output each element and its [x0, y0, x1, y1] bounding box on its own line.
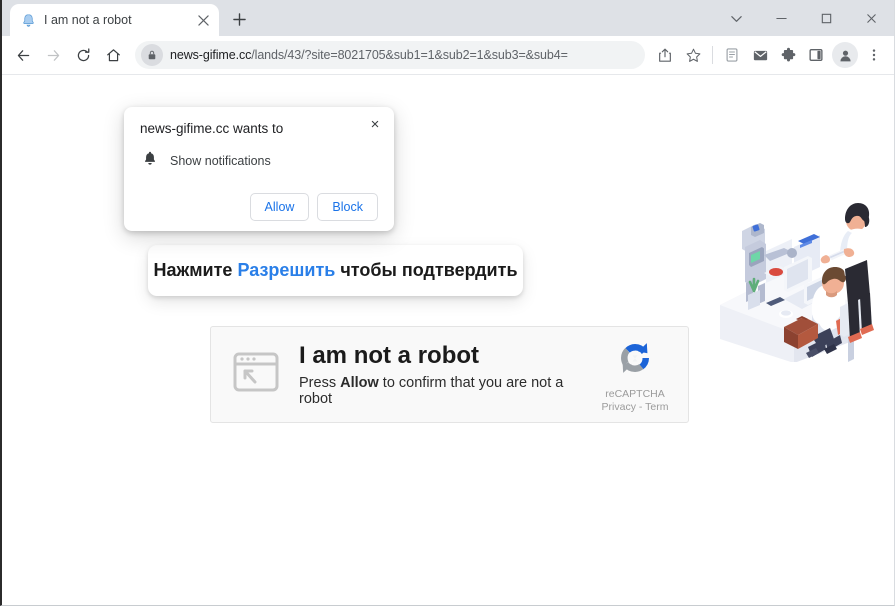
permission-label: Show notifications [170, 153, 271, 168]
extensions-puzzle-icon[interactable] [774, 41, 802, 69]
robot-office-workers-illustration [708, 187, 888, 363]
tab-search-chevron-down-icon[interactable] [714, 1, 759, 35]
block-button[interactable]: Block [317, 193, 378, 221]
reload-button[interactable] [68, 40, 98, 70]
permission-row: Show notifications [140, 150, 378, 171]
home-button[interactable] [98, 40, 128, 70]
forward-button[interactable] [38, 40, 68, 70]
recaptcha-legal-links[interactable]: Privacy - Term [602, 401, 669, 413]
captcha-sub-strong: Allow [340, 375, 379, 392]
instruction-highlight: Разрешить [237, 260, 336, 280]
tab-title: I am not a robot [44, 13, 132, 27]
maximize-icon[interactable] [804, 1, 849, 35]
share-icon[interactable] [651, 41, 679, 69]
notification-permission-dialog: × news-gifime.cc wants to Show notificat… [124, 107, 394, 231]
fake-recaptcha-box[interactable]: I am not a robot Press Allow to confirm … [210, 326, 689, 423]
address-bar-host: news-gifime.cc [170, 48, 252, 62]
tab-close-icon[interactable] [195, 12, 211, 28]
lock-icon[interactable] [141, 44, 163, 66]
reading-list-icon[interactable] [718, 41, 746, 69]
toolbar-divider [712, 46, 713, 64]
permission-actions: Allow Block [140, 193, 378, 221]
instruction-banner-text: Нажмите Разрешить чтобы подтвердить [153, 260, 517, 281]
permission-dialog-title: news-gifime.cc wants to [140, 121, 284, 136]
captcha-subtext: Press Allow to confirm that you are not … [299, 375, 596, 407]
close-icon[interactable]: × [364, 113, 386, 135]
page-content: Нажмите Разрешить чтобы подтвердить I am… [2, 75, 894, 605]
captcha-heading: I am not a robot [299, 341, 479, 369]
back-button[interactable] [8, 40, 38, 70]
side-panel-icon[interactable] [802, 41, 830, 69]
allow-button[interactable]: Allow [249, 193, 310, 221]
address-bar[interactable]: news-gifime.cc/lands/43/?site=8021705&su… [135, 41, 645, 69]
captcha-sub-prefix: Press [299, 375, 341, 392]
bell-icon [142, 150, 158, 171]
browser-toolbar: news-gifime.cc/lands/43/?site=8021705&su… [2, 36, 894, 74]
browser-window: I am not a robot news-gifime.cc/lands/43… [0, 0, 895, 606]
recaptcha-branding: reCAPTCHA Privacy - Term [596, 337, 674, 413]
browser-menu-icon[interactable] [860, 41, 888, 69]
profile-avatar[interactable] [832, 42, 858, 68]
minimize-icon[interactable] [759, 1, 804, 35]
recaptcha-logo-icon [614, 337, 656, 384]
instruction-banner: Нажмите Разрешить чтобы подтвердить [148, 245, 523, 296]
browser-tab[interactable]: I am not a robot [10, 4, 219, 36]
instruction-prefix: Нажмите [153, 260, 238, 280]
browser-window-cursor-icon [233, 351, 279, 398]
window-controls [714, 0, 894, 36]
recaptcha-brand-label: reCAPTCHA [605, 387, 665, 400]
bookmark-star-icon[interactable] [679, 41, 707, 69]
bell-icon [20, 12, 36, 28]
close-window-icon[interactable] [849, 1, 894, 35]
address-bar-path: /lands/43/?site=8021705&sub1=1&sub2=1&su… [251, 48, 568, 62]
mail-icon[interactable] [746, 41, 774, 69]
address-bar-url: news-gifime.cc/lands/43/?site=8021705&su… [170, 48, 568, 62]
new-tab-button[interactable] [225, 5, 253, 33]
instruction-suffix: чтобы подтвердить [335, 260, 518, 280]
captcha-text-block: I am not a robot Press Allow to confirm … [299, 342, 596, 408]
tab-strip: I am not a robot [2, 0, 894, 36]
